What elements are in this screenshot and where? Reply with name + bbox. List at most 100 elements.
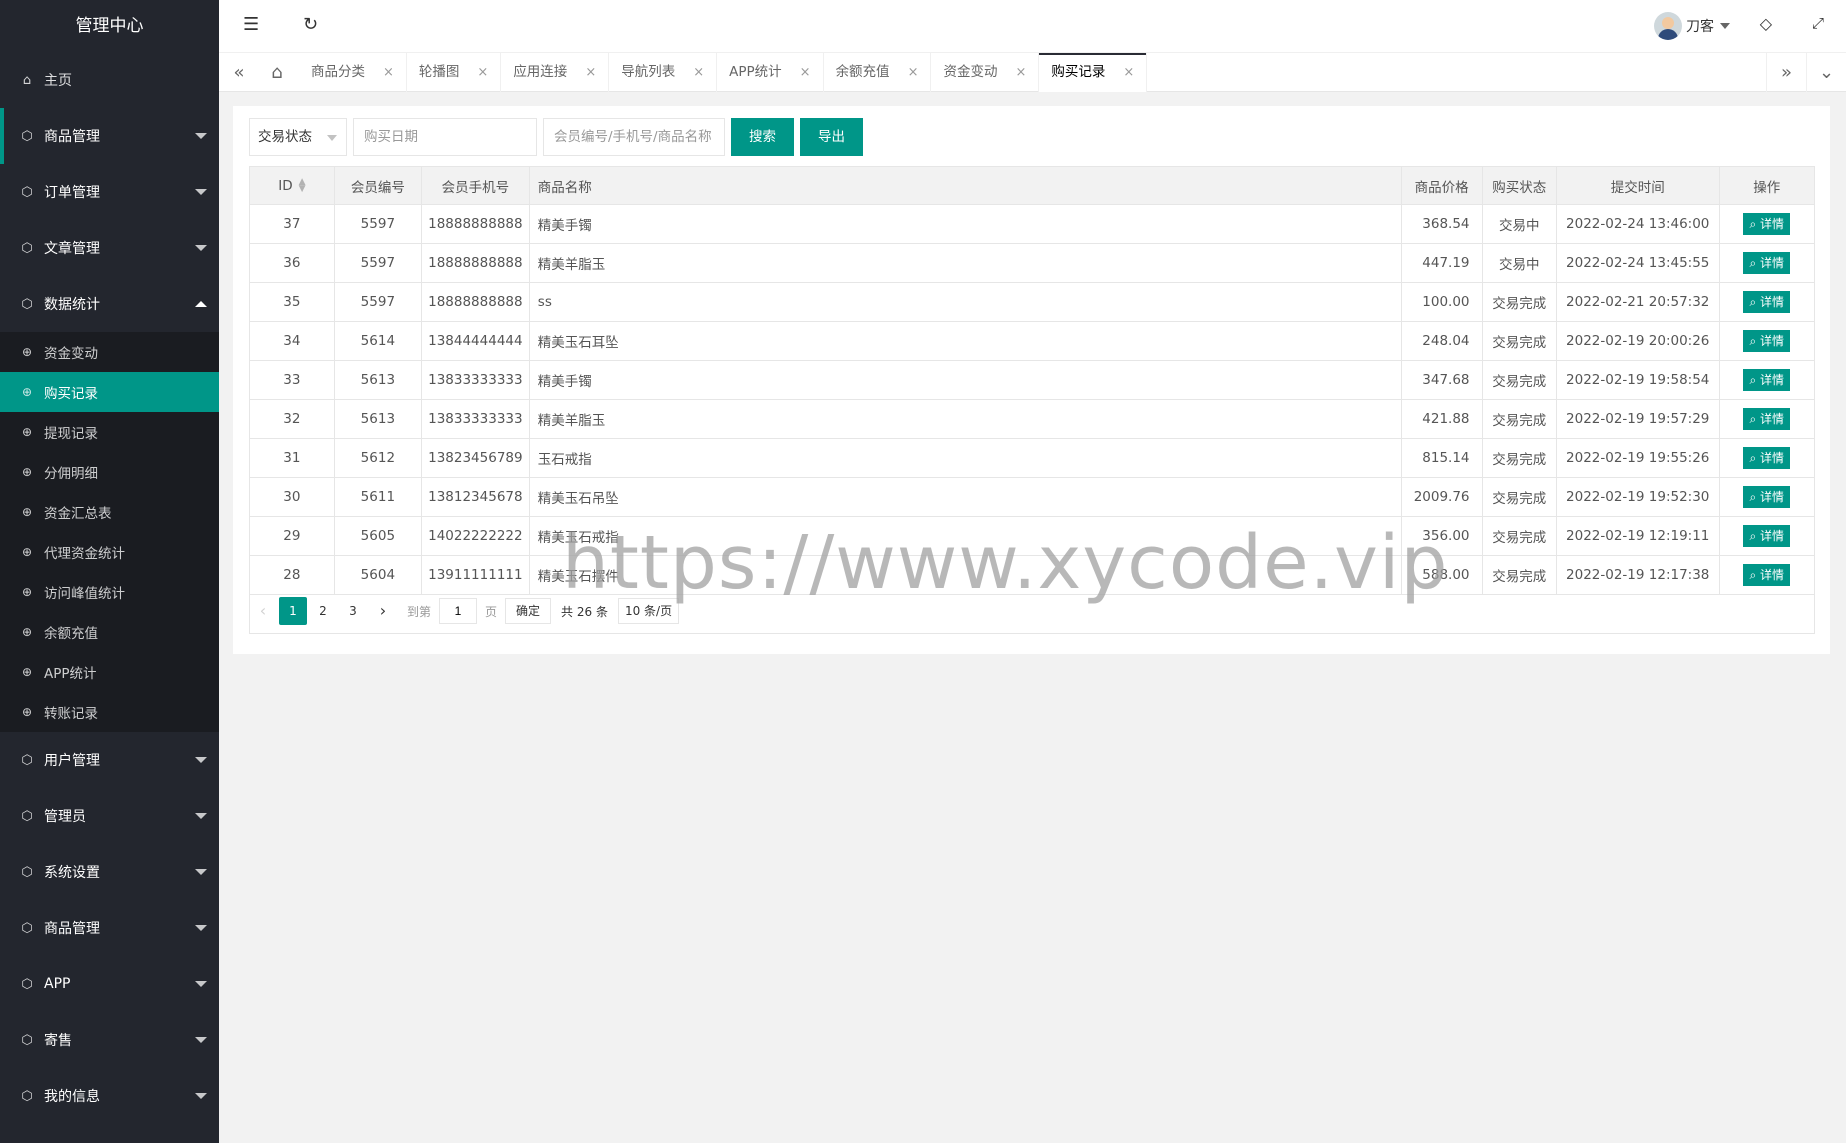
sidebar-subitem[interactable]: ⊕ 分佣明细: [0, 452, 219, 492]
detail-button[interactable]: ⌕ 详情: [1743, 330, 1791, 352]
detail-button[interactable]: ⌕ 详情: [1743, 408, 1791, 430]
detail-button-label: 详情: [1760, 568, 1785, 582]
sidebar-group-data-stats[interactable]: ⬡ 数据统计: [0, 276, 219, 332]
search-button[interactable]: 搜索: [731, 118, 794, 156]
close-icon[interactable]: ×: [383, 53, 394, 92]
sidebar-group[interactable]: ⬡ 商品管理: [0, 900, 219, 956]
close-icon[interactable]: ×: [1015, 53, 1026, 92]
table-cell: 5597: [333, 204, 422, 244]
status-select[interactable]: 交易状态: [249, 118, 347, 156]
table-cell: 447.19: [1400, 243, 1483, 283]
sidebar-subitem[interactable]: ⊕ 资金汇总表: [0, 492, 219, 532]
detail-button[interactable]: ⌕ 详情: [1743, 291, 1791, 313]
tag-icon[interactable]: ◇: [1760, 14, 1772, 33]
sidebar-group[interactable]: ⬡ 用户管理: [0, 732, 219, 788]
table-cell: 5597: [333, 282, 422, 322]
tab-item[interactable]: 商品分类 ×: [299, 53, 407, 92]
user-menu[interactable]: 刀客: [1654, 12, 1730, 40]
plus-circle-icon: ⊕: [21, 385, 33, 399]
page-size-select[interactable]: 10 条/页: [617, 598, 680, 624]
sidebar-subitem-label: 提现记录: [44, 426, 98, 442]
sidebar-subitem[interactable]: ⊕ 余额充值: [0, 612, 219, 652]
close-icon[interactable]: ×: [693, 53, 704, 92]
sidebar-group-label: 寄售: [44, 1033, 72, 1049]
column-header[interactable]: ID ▲ ▼: [249, 166, 335, 205]
table-cell: 交易完成: [1481, 321, 1557, 361]
sidebar-group[interactable]: ⬡ 商品管理: [0, 108, 219, 164]
fullscreen-icon[interactable]: ⤢: [1812, 14, 1824, 32]
detail-button[interactable]: ⌕ 详情: [1743, 525, 1791, 547]
table-cell: 33: [249, 360, 335, 400]
prev-page-icon[interactable]: ‹: [249, 597, 277, 625]
close-icon[interactable]: ×: [800, 53, 811, 92]
detail-button[interactable]: ⌕ 详情: [1743, 369, 1791, 391]
table-cell: 356.00: [1400, 516, 1483, 556]
detail-button[interactable]: ⌕ 详情: [1743, 213, 1791, 235]
refresh-icon[interactable]: ↻: [303, 14, 318, 35]
tab-item[interactable]: 资金变动 ×: [931, 53, 1040, 92]
search-icon: ⌕: [1749, 217, 1761, 231]
close-icon[interactable]: ×: [585, 53, 596, 92]
sidebar-group[interactable]: ⬡ 管理员: [0, 788, 219, 844]
sidebar-subitem[interactable]: ⊕ 转账记录: [0, 692, 219, 732]
detail-button[interactable]: ⌕ 详情: [1743, 447, 1791, 469]
tabs-menu-chevron-icon[interactable]: ⌄: [1806, 53, 1846, 92]
sort-icon[interactable]: ▲ ▼: [299, 177, 306, 193]
tab-home-icon[interactable]: ⌂: [257, 53, 297, 92]
tab-item[interactable]: 应用连接 ×: [501, 53, 610, 92]
keyword-input[interactable]: [543, 118, 725, 156]
search-icon: ⌕: [1749, 334, 1761, 348]
sidebar-item-home[interactable]: ⌂ 主页: [0, 52, 219, 108]
action-cell: ⌕ 详情: [1718, 360, 1815, 400]
next-page-icon[interactable]: ›: [369, 597, 397, 625]
table-cell: 2009.76: [1400, 477, 1483, 517]
table-cell: 交易中: [1481, 243, 1557, 283]
sidebar-subitem[interactable]: ⊕ 代理资金统计: [0, 532, 219, 572]
menu-fold-icon[interactable]: ☰: [243, 14, 259, 35]
detail-button[interactable]: ⌕ 详情: [1743, 252, 1791, 274]
sidebar-subitem[interactable]: ⊕ 提现记录: [0, 412, 219, 452]
column-header-label: 购买状态: [1492, 179, 1547, 196]
sidebar-subitem[interactable]: ⊕ 购买记录: [0, 372, 219, 412]
sidebar-subitem[interactable]: ⊕ 资金变动: [0, 332, 219, 372]
tab-item[interactable]: 导航列表 ×: [609, 53, 718, 92]
detail-button-label: 详情: [1760, 451, 1785, 465]
tabs-scroll-right-icon[interactable]: »: [1766, 53, 1806, 92]
sidebar-group[interactable]: ⬡ 订单管理: [0, 164, 219, 220]
close-icon[interactable]: ×: [1123, 53, 1134, 92]
sidebar-group[interactable]: ⬡ 文章管理: [0, 220, 219, 276]
tab-item[interactable]: 购买记录 ×: [1039, 53, 1148, 92]
table-cell: 5613: [333, 399, 422, 439]
sidebar-subitem[interactable]: ⊕ 访问峰值统计: [0, 572, 219, 612]
detail-button[interactable]: ⌕ 详情: [1743, 486, 1791, 508]
page-number[interactable]: 1: [279, 597, 307, 625]
cube-icon: ⬡: [21, 752, 33, 768]
avatar: [1654, 12, 1682, 40]
export-button[interactable]: 导出: [800, 118, 863, 156]
table-cell: 28: [249, 555, 335, 595]
tabs-scroll-left-icon[interactable]: «: [219, 53, 259, 92]
plus-circle-icon: ⊕: [21, 465, 33, 479]
sidebar-group[interactable]: ⬡ 寄售: [0, 1012, 219, 1068]
tab-item[interactable]: APP统计 ×: [717, 53, 824, 92]
table-cell: 精美玉石戒指: [528, 516, 1402, 556]
tab-item[interactable]: 轮播图 ×: [407, 53, 502, 92]
sidebar-group[interactable]: ⬡ APP: [0, 956, 219, 1012]
close-icon[interactable]: ×: [477, 53, 488, 92]
tab-item[interactable]: 余额充值 ×: [824, 53, 932, 92]
sidebar-group[interactable]: ⬡ 系统设置: [0, 844, 219, 900]
page-number[interactable]: 2: [309, 597, 337, 625]
goto-confirm-button[interactable]: 确定: [505, 598, 552, 624]
table-cell: 交易中: [1481, 204, 1557, 244]
close-icon[interactable]: ×: [908, 53, 919, 92]
page-number[interactable]: 3: [339, 597, 367, 625]
goto-page-input[interactable]: [439, 598, 478, 624]
detail-button[interactable]: ⌕ 详情: [1743, 564, 1791, 586]
date-input[interactable]: [353, 118, 537, 156]
action-cell: ⌕ 详情: [1718, 438, 1815, 478]
column-header: 会员手机号: [420, 166, 530, 205]
table-cell: 368.54: [1400, 204, 1483, 244]
table-cell: 交易完成: [1481, 516, 1557, 556]
sidebar-group[interactable]: ⬡ 我的信息: [0, 1068, 219, 1124]
sidebar-subitem[interactable]: ⊕ APP统计: [0, 652, 219, 692]
